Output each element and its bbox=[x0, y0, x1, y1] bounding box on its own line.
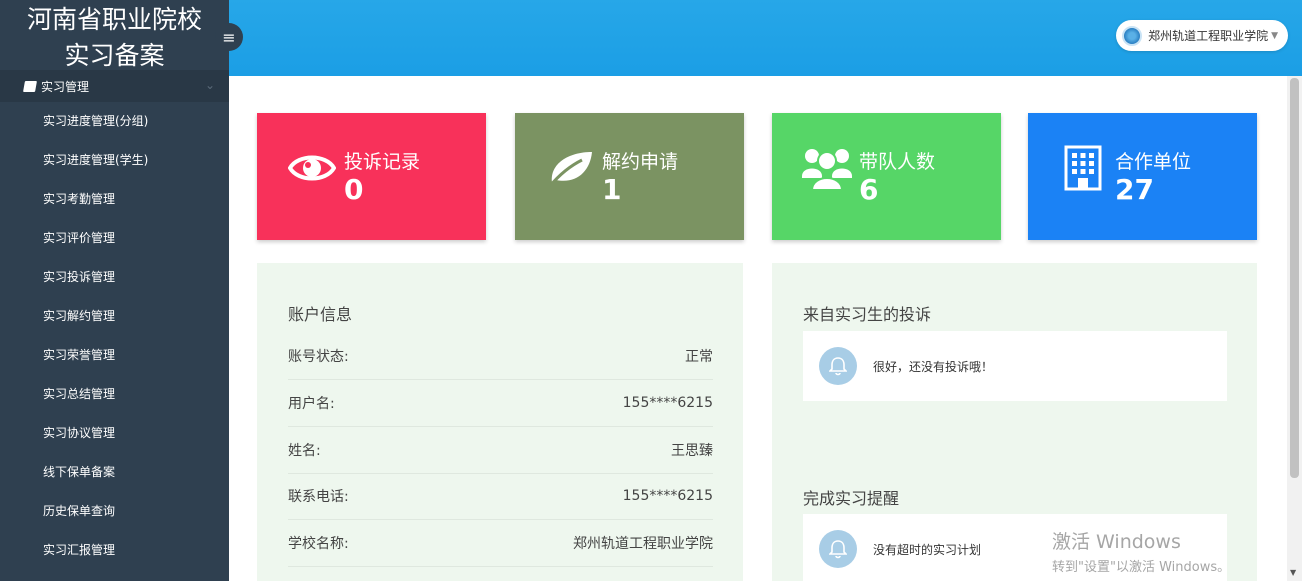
building-icon bbox=[1058, 143, 1108, 193]
row-key: 姓名: bbox=[288, 443, 321, 459]
stat-card-partner-units[interactable]: 合作单位 27 bbox=[1028, 113, 1257, 240]
bell-icon bbox=[819, 530, 857, 568]
stat-label: 投诉记录 bbox=[344, 151, 421, 173]
sidebar-item-complaints[interactable]: 实习投诉管理 bbox=[0, 258, 229, 297]
sidebar-item-honors[interactable]: 实习荣誉管理 bbox=[0, 336, 229, 375]
user-menu[interactable]: 郑州轨道工程职业学院 ▼ bbox=[1116, 20, 1288, 51]
row-key: 账号状态: bbox=[288, 349, 349, 365]
stat-value: 0 bbox=[344, 173, 364, 206]
top-header: 郑州轨道工程职业学院 ▼ bbox=[229, 0, 1302, 76]
stat-label: 解约申请 bbox=[602, 151, 679, 173]
hamburger-icon: ≡ bbox=[222, 27, 236, 47]
account-info-panel: 账户信息 账号状态: 正常 用户名: 155****6215 姓名: 王思臻 联… bbox=[257, 263, 743, 581]
row-value: 王思臻 bbox=[671, 443, 713, 459]
stat-value: 6 bbox=[859, 173, 879, 206]
sidebar-item-policy-history[interactable]: 历史保单查询 bbox=[0, 492, 229, 531]
row-key: 用户名: bbox=[288, 396, 335, 412]
sidebar-item-evaluation[interactable]: 实习评价管理 bbox=[0, 219, 229, 258]
watermark-line-1: 激活 Windows bbox=[1052, 531, 1181, 553]
stat-value: 1 bbox=[602, 173, 622, 206]
sidebar-item-progress-group[interactable]: 实习进度管理(分组) bbox=[0, 102, 229, 141]
stat-value: 27 bbox=[1115, 173, 1154, 206]
brand-line-1: 河南省职业院校 bbox=[26, 5, 202, 34]
row-key: 学校名称: bbox=[288, 536, 349, 552]
account-row-username: 用户名: 155****6215 bbox=[288, 380, 713, 427]
sidebar-item-attendance[interactable]: 实习考勤管理 bbox=[0, 180, 229, 219]
account-row-phone: 联系电话: 155****6215 bbox=[288, 473, 713, 520]
users-icon bbox=[802, 143, 852, 193]
sidebar-section-label: 实习管理 bbox=[41, 79, 90, 94]
brand-title: 河南省职业院校 实习备案 bbox=[0, 0, 229, 76]
main-content: 投诉记录 0 解约申请 1 带队人数 6 合作单位 27 账户信息 账号状态: … bbox=[229, 76, 1287, 581]
row-value: 155****6215 bbox=[622, 488, 713, 504]
chevron-down-icon: ⌄ bbox=[204, 78, 215, 92]
brand-line-2: 实习备案 bbox=[64, 41, 165, 70]
complaints-notice: 很好，还没有投诉哦！ bbox=[803, 331, 1227, 401]
account-row-school: 学校名称: 郑州轨道工程职业学院 bbox=[288, 520, 713, 567]
scroll-down-arrow-icon[interactable]: ▼ bbox=[1290, 568, 1296, 577]
row-value: 正常 bbox=[685, 349, 713, 365]
user-school-name: 郑州轨道工程职业学院 bbox=[1148, 29, 1269, 43]
bell-icon bbox=[819, 347, 857, 385]
complaints-message: 很好，还没有投诉哦！ bbox=[873, 359, 994, 374]
stat-label: 合作单位 bbox=[1115, 151, 1192, 173]
sidebar: 河南省职业院校 实习备案 实习管理 ⌄ 实习进度管理(分组) 实习进度管理(学生… bbox=[0, 0, 229, 581]
sidebar-item-report[interactable]: 实习汇报管理 bbox=[0, 531, 229, 570]
scrollbar-thumb[interactable] bbox=[1290, 78, 1299, 478]
row-value: 155****6215 bbox=[622, 395, 713, 411]
caret-down-icon: ▼ bbox=[1271, 30, 1278, 41]
sidebar-item-progress-student[interactable]: 实习进度管理(学生) bbox=[0, 141, 229, 180]
sidebar-item-offline-policy[interactable]: 线下保单备案 bbox=[0, 453, 229, 492]
account-row-status: 账号状态: 正常 bbox=[288, 333, 713, 380]
panel-title: 账户信息 bbox=[288, 305, 353, 324]
eye-icon bbox=[287, 143, 337, 193]
sidebar-item-summary[interactable]: 实习总结管理 bbox=[0, 375, 229, 414]
row-key: 联系电话: bbox=[288, 489, 349, 505]
account-row-name: 姓名: 王思臻 bbox=[288, 427, 713, 474]
leaf-icon bbox=[545, 143, 595, 193]
row-value: 郑州轨道工程职业学院 bbox=[573, 536, 713, 552]
reminders-message: 没有超时的实习计划 bbox=[873, 542, 982, 557]
sidebar-item-agreement[interactable]: 实习协议管理 bbox=[0, 414, 229, 453]
stat-card-terminations[interactable]: 解约申请 1 bbox=[515, 113, 744, 240]
reminders-title: 完成实习提醒 bbox=[803, 489, 900, 508]
complaints-title: 来自实习生的投诉 bbox=[803, 305, 932, 324]
sidebar-section-internship[interactable]: 实习管理 ⌄ bbox=[0, 70, 229, 102]
sidebar-item-termination[interactable]: 实习解约管理 bbox=[0, 297, 229, 336]
vertical-scrollbar[interactable]: ▼ bbox=[1287, 76, 1302, 581]
stat-card-team-leaders[interactable]: 带队人数 6 bbox=[772, 113, 1001, 240]
school-logo-icon bbox=[1122, 25, 1143, 46]
windows-activation-watermark: 激活 Windows 转到"设置"以激活 Windows。 bbox=[1052, 527, 1230, 575]
book-icon bbox=[23, 80, 37, 92]
stat-label: 带队人数 bbox=[859, 151, 936, 173]
menu-toggle-button[interactable]: ≡ bbox=[215, 23, 243, 51]
watermark-line-2: 转到"设置"以激活 Windows。 bbox=[1052, 560, 1231, 575]
stat-card-complaints[interactable]: 投诉记录 0 bbox=[257, 113, 486, 240]
sidebar-menu: 实习进度管理(分组) 实习进度管理(学生) 实习考勤管理 实习评价管理 实习投诉… bbox=[0, 102, 229, 570]
